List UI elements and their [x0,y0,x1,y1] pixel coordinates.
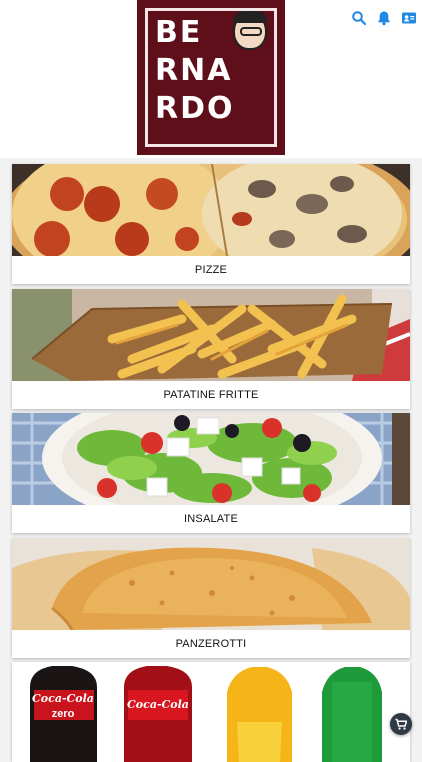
search-icon[interactable] [351,10,367,26]
category-label: PANZEROTTI [175,638,247,650]
cart-icon [395,718,408,730]
drinks-brand-2: Coca-Cola [127,698,189,711]
contact-card-icon[interactable] [401,10,417,26]
panzerotti-image [12,538,410,630]
fries-image [12,289,410,381]
pizza-image [12,164,410,256]
drinks-brand-zero: zero [51,708,75,720]
cart-button[interactable] [390,713,412,735]
bernardo-logo: BE RNA RDO [137,0,285,155]
category-card-insalate[interactable]: INSALATE [12,413,410,533]
salad-image [12,413,410,505]
drinks-brand-1: Coca-Cola [32,692,94,705]
bell-icon[interactable] [376,10,392,26]
category-label: INSALATE [184,513,238,525]
category-card-patatine-fritte[interactable]: PATATINE FRITTE [12,289,410,409]
category-card-pizze[interactable]: PIZZE [12,164,410,284]
category-label: PIZZE [194,264,228,276]
category-card-panzerotti[interactable]: PANZEROTTI [12,538,410,658]
app-header: BE RNA RDO [0,0,422,158]
category-card-drinks[interactable]: Coca-Cola zero Coca-Cola [12,662,410,762]
logo-line-3: RDO [155,91,235,126]
logo-face-icon [233,11,267,50]
logo-line-2: RNA [155,53,233,88]
drinks-image: Coca-Cola zero Coca-Cola [12,662,410,762]
category-label: PATATINE FRITTE [163,389,259,401]
